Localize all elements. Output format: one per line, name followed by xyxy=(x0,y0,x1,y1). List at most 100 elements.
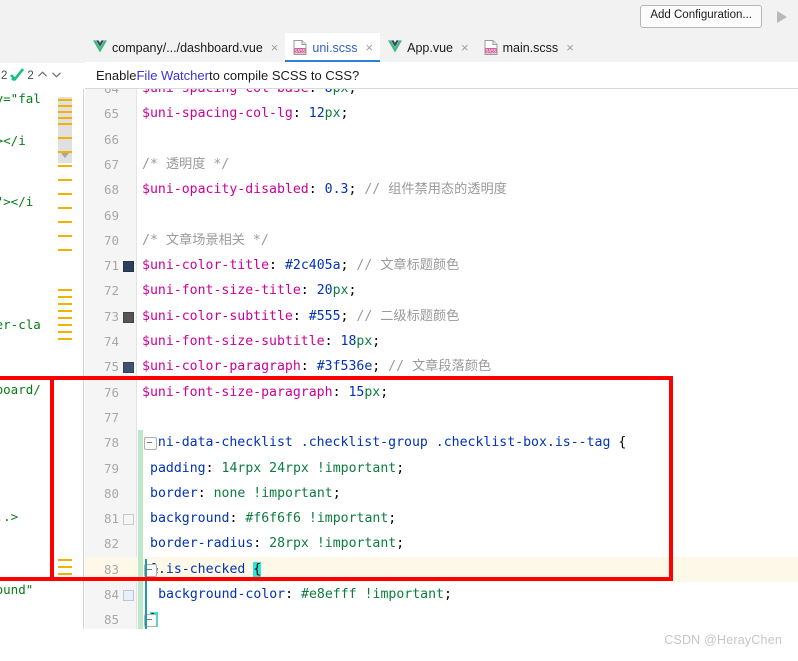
code-line-row[interactable]: 64 $uni-spacing-col-base: 8px; xyxy=(85,89,798,101)
warning-stripe[interactable] xyxy=(58,221,72,223)
code-fold-toggle-icon[interactable] xyxy=(144,437,157,451)
line-number[interactable]: 81 xyxy=(85,506,119,531)
line-number[interactable]: 71 xyxy=(85,253,119,278)
code-line-text[interactable]: $uni-opacity-disabled: 0.3; // 组件禁用态的透明度 xyxy=(142,177,507,202)
warning-stripe[interactable] xyxy=(58,289,72,291)
code-line-text[interactable]: $uni-color-subtitle: #555; // 二级标题颜色 xyxy=(142,304,459,329)
line-number[interactable]: 74 xyxy=(85,329,119,354)
code-line-row[interactable]: 74 $uni-font-size-subtitle: 18px; xyxy=(85,329,798,354)
code-line-row[interactable]: 76 $uni-font-size-paragraph: 15px; xyxy=(85,380,798,405)
line-number[interactable]: 77 xyxy=(85,405,119,430)
color-swatch-gutter-icon[interactable] xyxy=(123,261,134,273)
line-number[interactable]: 84 xyxy=(85,582,119,607)
warning-stripe[interactable] xyxy=(58,151,72,153)
warning-stripe[interactable] xyxy=(58,317,72,319)
warning-stripe[interactable] xyxy=(58,331,72,333)
code-line-row[interactable]: 78 .uni-data-checklist .checklist-group .… xyxy=(85,430,798,455)
tab-dashboard-vue[interactable]: company/.../dashboard.vue × xyxy=(85,33,285,62)
warning-stripe[interactable] xyxy=(58,111,72,113)
run-play-icon[interactable] xyxy=(770,6,792,28)
code-line-text[interactable]: .uni-data-checklist .checklist-group .ch… xyxy=(142,430,626,455)
line-number[interactable]: 69 xyxy=(85,203,119,228)
vcs-change-marker[interactable] xyxy=(138,430,143,629)
tab-main-scss[interactable]: SASS main.scss × xyxy=(476,33,581,62)
warning-stripe[interactable] xyxy=(58,559,72,561)
close-icon[interactable]: × xyxy=(461,41,469,54)
code-line-text[interactable]: $uni-color-title: #2c405a; // 文章标题颜色 xyxy=(142,253,459,278)
code-line-row[interactable]: 82 border-radius: 28rpx !important; xyxy=(85,531,798,556)
warning-stripe[interactable] xyxy=(58,207,72,209)
close-icon[interactable]: × xyxy=(366,41,374,54)
warning-stripe[interactable] xyxy=(58,235,72,237)
code-editor-uni-scss[interactable]: 64 $uni-spacing-col-base: 8px; 65 $uni-spac… xyxy=(85,89,798,629)
tab-app-vue[interactable]: App.vue × xyxy=(380,33,475,62)
warning-stripe[interactable] xyxy=(58,179,72,181)
warning-stripe[interactable] xyxy=(58,566,72,568)
line-number[interactable]: 70 xyxy=(85,228,119,253)
file-watcher-link[interactable]: File Watcher xyxy=(136,68,208,83)
warning-stripe[interactable] xyxy=(58,249,72,251)
warning-stripe[interactable] xyxy=(58,296,72,298)
color-swatch-gutter-icon[interactable] xyxy=(123,514,134,526)
color-swatch-gutter-icon[interactable] xyxy=(123,311,134,323)
warning-stripe[interactable] xyxy=(58,137,72,139)
code-line-row[interactable]: 79 padding: 14rpx 24rpx !important; xyxy=(85,456,798,481)
line-number[interactable]: 65 xyxy=(85,101,119,126)
code-line-row[interactable]: 80 border: none !important; xyxy=(85,481,798,506)
code-line-row[interactable]: 69 xyxy=(85,203,798,228)
code-line-row[interactable]: 65 $uni-spacing-col-lg: 12px; xyxy=(85,101,798,126)
code-line-row[interactable]: 73 $uni-color-subtitle: #555; // 二级标题颜色 xyxy=(85,304,798,329)
code-line-text[interactable]: $uni-font-size-paragraph: 15px; xyxy=(142,380,388,405)
chevron-up-icon[interactable] xyxy=(37,70,48,82)
warning-stripe[interactable] xyxy=(58,573,72,575)
warning-stripe[interactable] xyxy=(58,99,72,101)
code-line-text[interactable]: $uni-spacing-col-lg: 12px; xyxy=(142,101,348,126)
line-number[interactable]: 68 xyxy=(85,177,119,202)
line-number[interactable]: 78 xyxy=(85,430,119,455)
line-number[interactable]: 73 xyxy=(85,304,119,329)
code-line-row[interactable]: 77 xyxy=(85,405,798,430)
chevron-down-icon[interactable] xyxy=(51,70,62,82)
code-line-text[interactable]: background: #f6f6f6 !important; xyxy=(142,506,396,531)
code-line-row[interactable]: 85} xyxy=(85,607,798,629)
code-line-text[interactable]: $uni-spacing-col-base: 8px; xyxy=(142,89,356,101)
code-line-text[interactable]: $uni-font-size-title: 20px; xyxy=(142,278,356,303)
add-configuration-button[interactable]: Add Configuration... xyxy=(640,5,762,28)
code-line-text[interactable]: padding: 14rpx 24rpx !important; xyxy=(142,456,404,481)
code-line-row[interactable]: 67 /* 透明度 */ xyxy=(85,152,798,177)
code-line-text[interactable]: border: none !important; xyxy=(142,481,341,506)
code-line-row[interactable]: 70 /* 文章场景相关 */ xyxy=(85,228,798,253)
code-content[interactable]: 64 $uni-spacing-col-base: 8px; 65 $uni-spac… xyxy=(85,89,798,629)
line-number[interactable]: 64 xyxy=(85,89,119,101)
warning-stripe[interactable] xyxy=(58,117,72,119)
warning-stripe[interactable] xyxy=(58,193,72,195)
close-icon[interactable]: × xyxy=(271,41,279,54)
editor-splitter[interactable] xyxy=(83,89,84,629)
warning-stripe[interactable] xyxy=(58,338,72,340)
code-line-text[interactable]: /* 透明度 */ xyxy=(142,152,229,177)
code-line-row[interactable]: 71 $uni-color-title: #2c405a; // 文章标题颜色 xyxy=(85,253,798,278)
code-line-row[interactable]: 72 $uni-font-size-title: 20px; xyxy=(85,278,798,303)
warning-stripe[interactable] xyxy=(58,123,72,125)
line-number[interactable]: 76 xyxy=(85,380,119,405)
error-stripe-column[interactable] xyxy=(58,89,72,589)
warning-stripe[interactable] xyxy=(58,165,72,167)
code-line-text[interactable]: $uni-font-size-subtitle: 18px; xyxy=(142,329,380,354)
code-line-text[interactable]: background-color: #e8efff !important; xyxy=(142,582,452,607)
close-icon[interactable]: × xyxy=(566,41,574,54)
line-number[interactable]: 82 xyxy=(85,531,119,556)
code-line-text[interactable]: border-radius: 28rpx !important; xyxy=(142,531,404,556)
code-line-row[interactable]: 81 background: #f6f6f6 !important; xyxy=(85,506,798,531)
line-number[interactable]: 66 xyxy=(85,127,119,152)
tab-uni-scss[interactable]: SASS uni.scss × xyxy=(285,33,381,62)
line-number[interactable]: 85 xyxy=(85,607,119,629)
inspection-widget[interactable]: 2 2 xyxy=(0,63,85,89)
line-number[interactable]: 79 xyxy=(85,456,119,481)
color-swatch-gutter-icon[interactable] xyxy=(123,590,134,601)
code-line-row[interactable]: 68 $uni-opacity-disabled: 0.3; // 组件禁用态的透… xyxy=(85,177,798,202)
warning-stripe[interactable] xyxy=(58,105,72,107)
code-line-text[interactable]: /* 文章场景相关 */ xyxy=(142,228,269,253)
warning-stripe[interactable] xyxy=(58,303,72,305)
line-number[interactable]: 80 xyxy=(85,481,119,506)
color-swatch-gutter-icon[interactable] xyxy=(123,362,134,374)
